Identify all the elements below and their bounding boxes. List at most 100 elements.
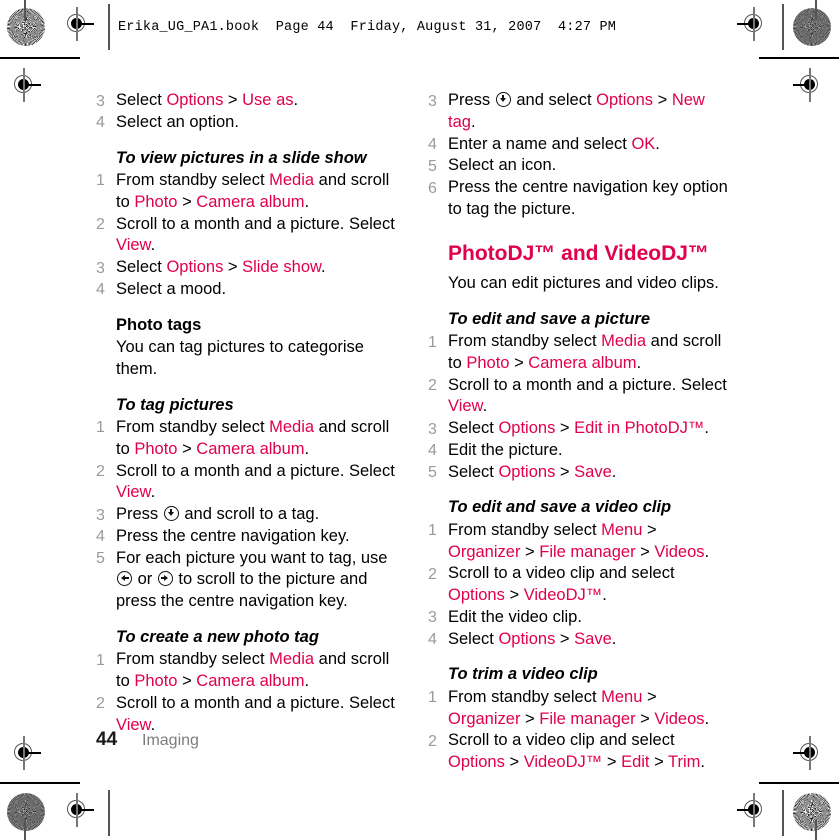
step-number: 2 (96, 216, 105, 233)
separator: > (520, 709, 540, 728)
text-run: Scroll to a month and a picture. Select (116, 693, 395, 712)
separator: > (223, 258, 243, 277)
text-run: Scroll to a month and a picture. Select (116, 461, 395, 480)
list-item: 4 Select a mood. (96, 279, 401, 301)
list-item: 3 Press and scroll to a tag. (96, 504, 401, 526)
step-number: 1 (428, 522, 437, 540)
separator: > (555, 462, 575, 481)
text-run: . (304, 672, 310, 691)
list-item: 1 From standby select Media and scroll t… (96, 170, 401, 214)
step-number: 3 (428, 609, 437, 627)
menu-option-media: Media (601, 332, 647, 351)
separator: > (649, 753, 669, 772)
menu-option-trim: Trim (668, 753, 701, 772)
step-text: Scroll to a video clip and select Option… (448, 730, 733, 774)
menu-option-organizer: Organizer (448, 709, 521, 728)
separator: > (504, 586, 524, 605)
list-item: 5 Select an icon. (428, 155, 733, 177)
list-item: 2 Scroll to a video clip and select Opti… (428, 563, 733, 607)
menu-option-media: Media (269, 170, 315, 189)
text-run: From standby select (116, 650, 270, 669)
section-heading-photo-tags: Photo tags (116, 315, 202, 334)
text-run: . (636, 353, 642, 372)
page-content: 3 Select Options > Use as. 4 Select an o… (0, 0, 839, 840)
text-run: Scroll to a video clip and select (448, 564, 675, 583)
text-run: . (470, 112, 476, 131)
step-text: Select a mood. (116, 279, 227, 298)
text-run: . (150, 483, 156, 502)
menu-option-options: Options (498, 629, 556, 648)
menu-option-slide-show: Slide show (242, 258, 322, 277)
list-item: 1 From standby select Media and scroll t… (96, 649, 401, 693)
step-number: 1 (96, 419, 105, 437)
list-item: 5 Select Options > Save. (428, 462, 733, 484)
step-text: Select an icon. (448, 156, 557, 175)
page-footer: 44 Imaging (96, 729, 199, 751)
menu-option-view: View (116, 483, 151, 502)
text-run: and select (511, 91, 597, 109)
menu-option-file-manager: File manager (539, 542, 636, 561)
step-text: Press and scroll to a tag. (116, 504, 401, 526)
list-item: 3 Select Options > Use as. (96, 90, 401, 112)
text-run: From standby select (448, 687, 602, 706)
step-number: 2 (96, 463, 105, 480)
step-text: Enter a name and select OK. (448, 134, 733, 156)
step-text: Select Options > Save. (448, 629, 733, 651)
step-text: Press and select Options > New tag. (448, 90, 733, 134)
menu-option-options: Options (448, 586, 505, 605)
step-text: Scroll to a month and a picture. Select … (116, 214, 401, 258)
text-run: . (150, 236, 156, 255)
menu-option-ok: OK (631, 134, 656, 153)
step-number: 3 (428, 92, 437, 110)
step-text: For each picture you want to tag, use or… (116, 548, 401, 613)
text-run: Scroll to a month and a picture. Select (448, 375, 727, 394)
step-number: 2 (428, 565, 437, 583)
step-text: From standby select Media and scroll to … (116, 170, 401, 214)
list-item: 4 Select an option. (96, 112, 401, 134)
step-number: 6 (428, 179, 437, 197)
list-item: 5 For each picture you want to tag, use … (96, 548, 401, 613)
menu-option-use-as: Use as (242, 91, 294, 109)
menu-option-media: Media (269, 650, 315, 669)
step-text: From standby select Media and scroll to … (116, 417, 401, 461)
menu-option-videos: Videos (654, 542, 705, 561)
text-run: . (321, 258, 326, 277)
menu-option-media: Media (269, 417, 315, 436)
menu-option-videodj: VideoDJ™ (523, 753, 603, 772)
separator: > (555, 419, 575, 438)
text-run: Select (116, 258, 167, 277)
menu-option-options: Options (166, 258, 224, 277)
step-text: Select an option. (116, 112, 239, 131)
step-text: Select Options > Save. (448, 462, 733, 484)
step-text: Select Options > Edit in PhotoDJ™. (448, 418, 733, 440)
navigation-key-left-icon (117, 571, 132, 587)
step-text: Press the centre navigation key. (116, 526, 350, 545)
step-text: From standby select Menu > Organizer > F… (448, 520, 733, 564)
menu-option-videodj: VideoDJ™ (523, 586, 603, 605)
chapter-name: Imaging (142, 732, 199, 749)
list-item: 4 Edit the picture. (428, 440, 733, 462)
step-number: 4 (428, 631, 437, 649)
separator: > (177, 439, 197, 458)
separator: > (520, 542, 540, 561)
list-item: 4 Enter a name and select OK. (428, 134, 733, 156)
separator: > (509, 353, 529, 372)
navigation-key-down-icon (495, 92, 511, 107)
text-run: . (704, 542, 710, 561)
text-run: . (704, 709, 710, 728)
list-item: 3 Select Options > Slide show. (96, 257, 401, 279)
text-run: . (304, 439, 310, 458)
step-text: Select Options > Slide show. (116, 257, 401, 279)
step-number: 4 (428, 136, 437, 154)
menu-option-menu: Menu (601, 520, 643, 539)
separator: > (177, 192, 197, 211)
menu-option-menu: Menu (601, 687, 643, 706)
section-heading-tag-pictures: To tag pictures (116, 395, 234, 414)
step-number: 1 (96, 172, 105, 190)
list-item: 2 Scroll to a month and a picture. Selec… (96, 214, 401, 258)
section-heading-slide-show: To view pictures in a slide show (116, 148, 367, 167)
text-run: . (482, 397, 488, 416)
step-number: 3 (96, 92, 105, 110)
text-run: . (655, 134, 660, 153)
step-number: 4 (96, 114, 105, 132)
